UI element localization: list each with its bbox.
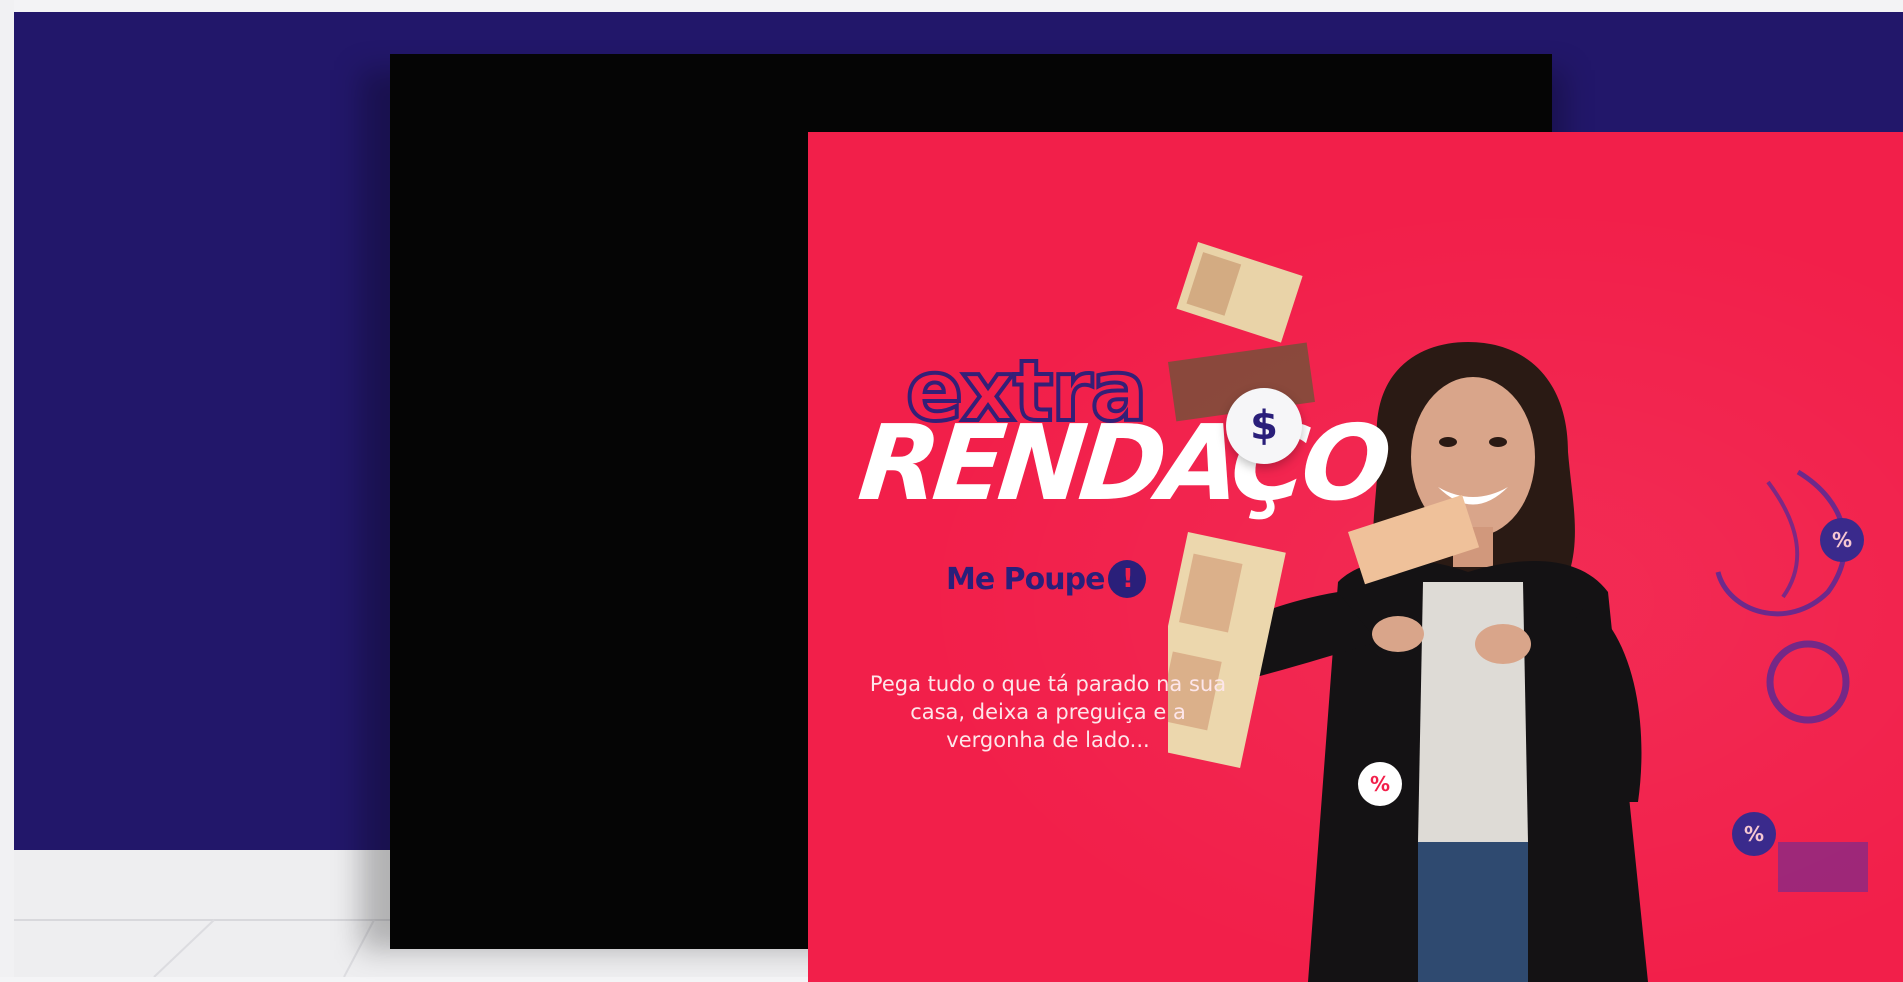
tagline: Pega tudo o que tá parado na sua casa, d… (869, 672, 1227, 752)
top-border (0, 0, 1903, 12)
headline-rendaco: RENDAÇO (853, 402, 1391, 524)
brand-mark-icon: ! (1108, 560, 1147, 598)
percent-badge-icon: % (1358, 762, 1402, 806)
percent-badge-icon: % (1820, 518, 1864, 562)
percent-badge-icon: % (1732, 812, 1776, 856)
dollar-coin-icon: $ (1226, 388, 1302, 464)
poster: extra RENDAÇO $ Me Poupe ! Pega tudo o q… (808, 132, 1903, 982)
brand-logo: Me Poupe ! (946, 560, 1147, 598)
poster-frame: extra RENDAÇO $ Me Poupe ! Pega tudo o q… (390, 54, 1903, 982)
brand-name: Me Poupe (946, 561, 1105, 597)
left-border (0, 0, 14, 977)
mockup-scene: extra RENDAÇO $ Me Poupe ! Pega tudo o q… (0, 0, 1903, 982)
